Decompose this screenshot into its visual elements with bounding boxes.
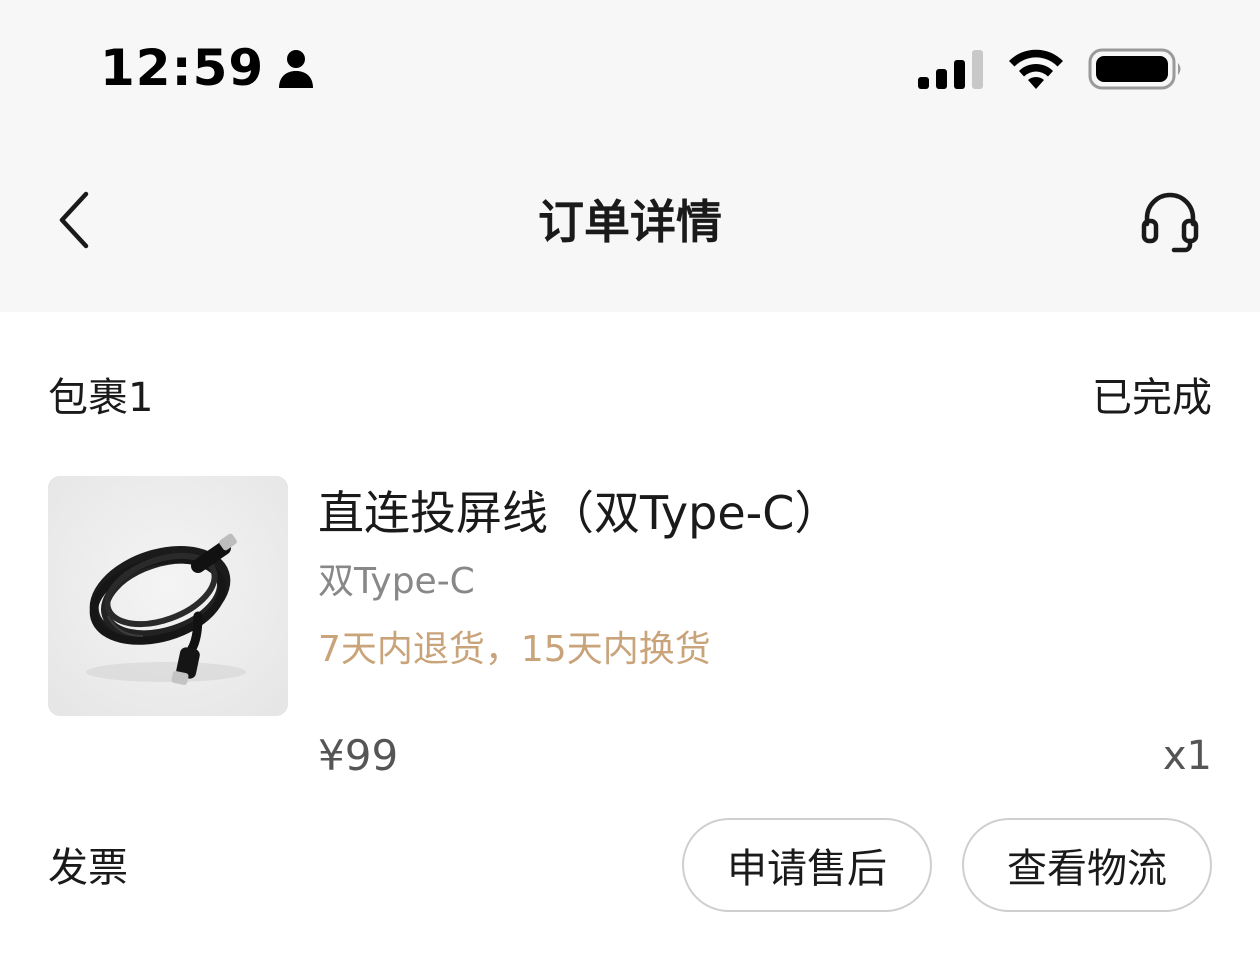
status-time: 12:59 bbox=[100, 39, 265, 97]
product-price: ¥99 bbox=[318, 731, 399, 780]
product-image[interactable] bbox=[48, 476, 288, 716]
page-title: 订单详情 bbox=[538, 195, 722, 249]
view-logistics-button[interactable]: 查看物流 bbox=[962, 818, 1212, 912]
status-icons bbox=[916, 44, 1184, 94]
nav-bar: 订单详情 bbox=[0, 140, 1260, 312]
package-label: 包裹1 bbox=[48, 375, 154, 421]
apply-after-sale-button[interactable]: 申请售后 bbox=[682, 818, 932, 912]
return-policy: 7天内退货，15天内换货 bbox=[318, 629, 711, 670]
headset-icon bbox=[1141, 192, 1199, 253]
invoice-link[interactable]: 发票 bbox=[48, 838, 128, 898]
signal-icon bbox=[918, 50, 983, 89]
package-header: 包裹1 已完成 bbox=[48, 368, 1212, 428]
product-info: 直连投屏线（双Type-C） 双Type-C 7天内退货，15天内换货 bbox=[318, 478, 1212, 682]
wifi-icon bbox=[1009, 49, 1063, 89]
product-quantity: x1 bbox=[1162, 733, 1212, 779]
status-bar: 12:59 bbox=[0, 0, 1260, 140]
order-detail-screen: 12:59 订单详情 包裹1 已完成 直连投屏线（双Type-C） 双Type-… bbox=[0, 0, 1260, 956]
person-icon bbox=[279, 50, 314, 88]
time-group: 12:59 bbox=[100, 36, 316, 100]
cable-image bbox=[48, 476, 288, 716]
product-name[interactable]: 直连投屏线（双Type-C） bbox=[318, 478, 1212, 548]
customer-service-button[interactable] bbox=[1132, 184, 1208, 260]
product-variant: 双Type-C bbox=[318, 561, 475, 602]
package-status: 已完成 bbox=[1092, 375, 1212, 421]
battery-icon bbox=[1088, 48, 1181, 90]
